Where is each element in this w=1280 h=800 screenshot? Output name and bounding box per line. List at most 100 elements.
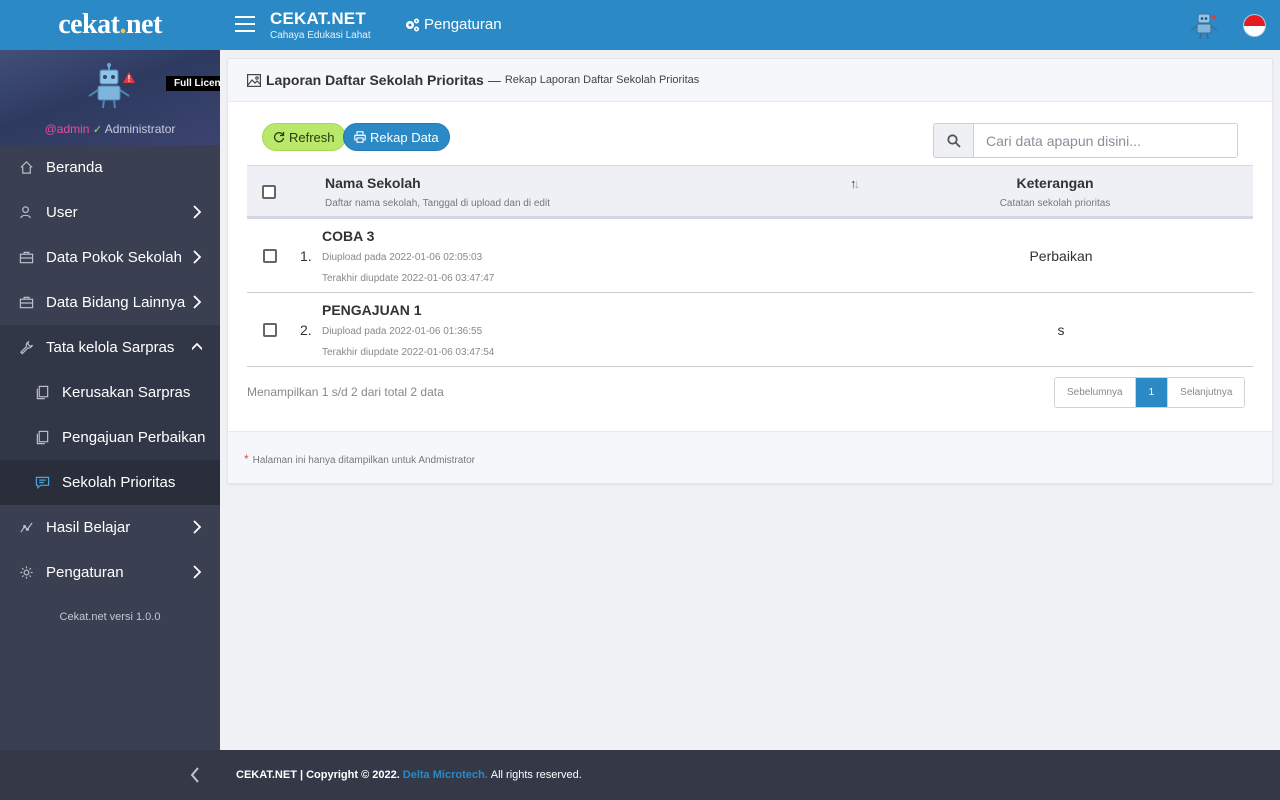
row-number: 2. — [300, 322, 312, 338]
gears-icon — [406, 18, 419, 31]
settings-link[interactable]: Pengaturan — [404, 16, 502, 33]
message-icon — [34, 475, 50, 491]
school-name: PENGAJUAN 1 — [322, 302, 422, 318]
profile-identity: @admin ✓ Administrator — [0, 122, 220, 136]
clipboard-icon — [34, 385, 50, 401]
school-note: s — [1057, 322, 1065, 338]
sidebar-item-data-pokok-sekolah[interactable]: Data Pokok Sekolah — [0, 235, 220, 280]
school-name: COBA 3 — [322, 228, 375, 244]
title-separator: — — [487, 72, 501, 88]
briefcase-icon — [18, 295, 34, 311]
settings-link-label: Pengaturan — [424, 16, 502, 33]
home-icon — [18, 160, 34, 176]
pagination: Sebelumnya 1 Selanjutnya — [1054, 377, 1246, 408]
column-subheader-nama-sekolah: Daftar nama sekolah, Tanggal di upload d… — [325, 198, 550, 209]
column-subheader-keterangan: Catatan sekolah prioritas — [999, 198, 1111, 209]
rekap-data-button[interactable]: Rekap Data — [343, 123, 450, 151]
license-badge: Full License — [166, 76, 220, 91]
app-version: Cekat.net versi 1.0.0 — [59, 611, 161, 623]
app-title: CEKAT.NET — [270, 9, 366, 28]
search-icon[interactable] — [933, 123, 973, 158]
row-checkbox[interactable] — [263, 323, 277, 337]
page-subtitle: Rekap Laporan Daftar Sekolah Prioritas — [504, 74, 700, 86]
chevron-right-icon — [192, 205, 202, 219]
brand-name: cekat — [58, 9, 120, 40]
refresh-button-label: Refresh — [289, 129, 335, 145]
uploaded-at: Diupload pada 2022-01-06 02:05:03 — [322, 252, 483, 263]
row-number: 1. — [300, 248, 312, 264]
gear-icon — [18, 565, 34, 581]
wrench-icon — [18, 340, 34, 356]
chevron-left-icon[interactable] — [190, 767, 200, 783]
sidebar-item-label: Kerusakan Sarpras — [62, 384, 191, 401]
updated-at: Terakhir diupdate 2022-01-06 03:47:47 — [322, 273, 495, 284]
refresh-button[interactable]: Refresh — [262, 123, 346, 151]
image-icon — [247, 73, 261, 87]
card-header: Laporan Daftar Sekolah Prioritas — Rekap… — [228, 59, 1272, 102]
table-header: Nama Sekolah Daftar nama sekolah, Tangga… — [247, 165, 1253, 219]
sidebar-item-sekolah-prioritas[interactable]: Sekolah Prioritas — [0, 460, 220, 505]
updated-at: Terakhir diupdate 2022-01-06 03:47:54 — [322, 347, 495, 358]
previous-page-button[interactable]: Sebelumnya — [1055, 378, 1136, 407]
brand-name-suffix: net — [125, 9, 162, 40]
profile-role: Administrator — [104, 122, 176, 136]
brand-logo[interactable]: cekat. net — [0, 0, 220, 50]
select-all-checkbox[interactable] — [262, 185, 276, 199]
sidebar-item-label: Pengaturan — [46, 564, 124, 581]
school-note: Perbaikan — [1029, 248, 1093, 264]
rekap-data-button-label: Rekap Data — [370, 129, 439, 145]
page-footer: CEKAT.NET | Copyright © 2022. Delta Micr… — [220, 750, 1280, 800]
row-checkbox[interactable] — [263, 249, 277, 263]
sidebar-item-data-bidang-lainnya[interactable]: Data Bidang Lainnya — [0, 280, 220, 325]
page-title: Laporan Daftar Sekolah Prioritas — [266, 72, 484, 88]
table-row: 1. COBA 3 Diupload pada 2022-01-06 02:05… — [247, 219, 1253, 293]
menu-toggle-icon[interactable] — [235, 16, 255, 34]
sidebar-nav: Beranda User Data Pokok Sekolah Data Bid… — [0, 145, 220, 595]
chevron-right-icon — [192, 520, 202, 534]
refresh-icon — [273, 132, 285, 143]
search-input[interactable] — [973, 123, 1238, 158]
sidebar-item-label: User — [46, 204, 78, 221]
table-row: 2. PENGAJUAN 1 Diupload pada 2022-01-06 … — [247, 293, 1253, 367]
language-flag-icon[interactable] — [1244, 15, 1265, 36]
schools-table: Nama Sekolah Daftar nama sekolah, Tangga… — [247, 165, 1253, 367]
sidebar-item-label: Tata kelola Sarpras — [46, 339, 175, 356]
delta-microtech-link[interactable]: Delta Microtech. — [403, 769, 488, 781]
chevron-right-icon — [192, 295, 202, 309]
sidebar-item-beranda[interactable]: Beranda — [0, 145, 220, 190]
uploaded-at: Diupload pada 2022-01-06 01:36:55 — [322, 326, 483, 337]
sidebar-item-pengaturan[interactable]: Pengaturan — [0, 550, 220, 595]
sidebar-item-label: Data Pokok Sekolah — [46, 249, 182, 266]
column-header-nama-sekolah[interactable]: Nama Sekolah — [325, 175, 421, 191]
next-page-button[interactable]: Selanjutnya — [1167, 378, 1245, 407]
sort-icon[interactable]: ↑↓ — [850, 176, 860, 191]
required-asterisk: * — [244, 452, 249, 466]
admin-only-note-text: Halaman ini hanya ditampilkan untuk Andm… — [252, 455, 476, 466]
briefcase-icon — [18, 250, 34, 266]
robot-avatar-icon — [88, 63, 135, 109]
sidebar-item-pengajuan-perbaikan[interactable]: Pengajuan Perbaikan — [0, 415, 220, 460]
sidebar-item-label: Beranda — [46, 159, 103, 176]
page-1-button[interactable]: 1 — [1135, 378, 1168, 407]
app-subtitle: Cahaya Edukasi Lahat — [270, 30, 371, 41]
robot-avatar-icon[interactable] — [1189, 11, 1219, 41]
pagination-summary: Menampilkan 1 s/d 2 dari total 2 data — [247, 385, 444, 399]
chevron-right-icon — [192, 250, 202, 264]
sidebar-item-hasil-belajar[interactable]: Hasil Belajar — [0, 505, 220, 550]
sidebar-item-label: Data Bidang Lainnya — [46, 294, 186, 311]
sidebar-collapse-bar[interactable] — [0, 750, 220, 800]
sidebar-item-user[interactable]: User — [0, 190, 220, 235]
rights-text: All rights reserved. — [490, 769, 582, 781]
clipboard-icon — [34, 430, 50, 446]
sidebar-item-label: Pengajuan Perbaikan — [62, 429, 206, 446]
chevron-right-icon — [192, 565, 202, 579]
profile-username[interactable]: @admin — [45, 122, 90, 136]
search-group — [933, 123, 1238, 158]
sidebar-item-tata-kelola-sarpras[interactable]: Tata kelola Sarpras — [0, 325, 220, 370]
verified-check-icon: ✓ — [92, 124, 103, 136]
top-navbar: CEKAT.NET Cahaya Edukasi Lahat Pengatura… — [220, 0, 1280, 50]
sidebar-item-kerusakan-sarpras[interactable]: Kerusakan Sarpras — [0, 370, 220, 415]
sidebar-item-label: Hasil Belajar — [46, 519, 131, 536]
profile-panel: Full License @admin ✓ Administrator — [0, 50, 220, 145]
sidebar-item-label: Sekolah Prioritas — [62, 474, 176, 491]
